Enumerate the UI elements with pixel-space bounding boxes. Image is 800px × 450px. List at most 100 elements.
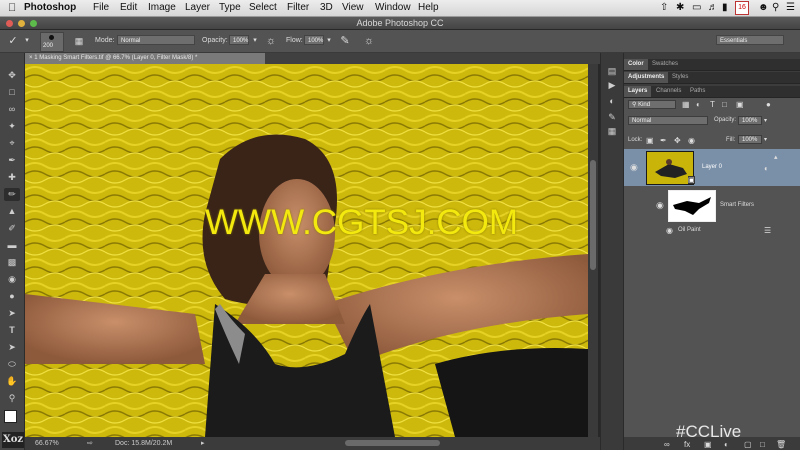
- upload-icon[interactable]: ⇧: [660, 2, 668, 13]
- calendar-icon[interactable]: 16: [735, 1, 749, 15]
- fill-input[interactable]: 100%: [738, 135, 762, 144]
- marquee-tool-icon[interactable]: □: [4, 86, 20, 99]
- zoom-tool-icon[interactable]: ⚲: [4, 392, 20, 405]
- new-group-icon[interactable]: ▢: [744, 440, 752, 449]
- opacity-input[interactable]: 100%: [229, 35, 249, 45]
- eraser-tool-icon[interactable]: ▬: [4, 239, 20, 252]
- menu-layer[interactable]: Layer: [185, 2, 210, 13]
- menu-edit[interactable]: Edit: [120, 2, 137, 13]
- brush-presets-icon[interactable]: ✎: [605, 111, 619, 123]
- workspace-dropdown[interactable]: Essentials: [716, 35, 784, 45]
- brush-tool-preset-icon[interactable]: ✓: [6, 34, 20, 48]
- brush-tool-icon[interactable]: ✏: [4, 188, 20, 201]
- search-icon[interactable]: ⚲: [772, 2, 779, 13]
- hand-tool-icon[interactable]: ✋: [4, 375, 20, 388]
- history-brush-tool-icon[interactable]: ✐: [4, 222, 20, 235]
- oil-paint-eye-icon[interactable]: ◉: [666, 226, 673, 235]
- link-layers-icon[interactable]: ∞: [664, 440, 670, 449]
- lock-position-icon[interactable]: ✥: [674, 136, 681, 145]
- tab-channels[interactable]: Channels: [652, 86, 685, 97]
- menu-filter[interactable]: Filter: [287, 2, 309, 13]
- collapse-arrow-icon[interactable]: ▴: [774, 153, 778, 161]
- properties-panel-icon[interactable]: ▦: [605, 125, 619, 137]
- dodge-tool-icon[interactable]: ●: [4, 290, 20, 303]
- pixel-filter-icon[interactable]: ▦: [682, 100, 690, 109]
- delete-layer-icon[interactable]: 🗑: [776, 440, 786, 449]
- battery-icon[interactable]: ▮: [722, 2, 728, 13]
- gradient-tool-icon[interactable]: ▩: [4, 256, 20, 269]
- zoom-window-button[interactable]: [30, 20, 37, 27]
- new-layer-icon[interactable]: □: [760, 440, 765, 449]
- list-icon[interactable]: ☰: [786, 2, 795, 13]
- tab-styles[interactable]: Styles: [668, 72, 692, 83]
- type-filter-icon[interactable]: T: [710, 100, 715, 109]
- healing-brush-tool-icon[interactable]: ✚: [4, 171, 20, 184]
- eyedropper-tool-icon[interactable]: ✒: [4, 154, 20, 167]
- flow-arrow-icon[interactable]: ▾: [322, 34, 336, 48]
- smart-filters-row[interactable]: ◉ Smart Filters: [624, 186, 800, 224]
- menu-app-name[interactable]: Photoshop: [24, 2, 76, 13]
- menu-file[interactable]: File: [93, 2, 109, 13]
- tab-paths[interactable]: Paths: [686, 86, 709, 97]
- document-canvas[interactable]: [25, 64, 588, 437]
- minimize-window-button[interactable]: [18, 20, 25, 27]
- brush-size-picker[interactable]: 200: [40, 32, 64, 52]
- pressure-opacity-icon[interactable]: ☼: [264, 34, 278, 48]
- clone-stamp-tool-icon[interactable]: ▲: [4, 205, 20, 218]
- opacity-arrow-icon[interactable]: ▾: [764, 117, 767, 124]
- menu-select[interactable]: Select: [249, 2, 277, 13]
- display-icon[interactable]: ▭: [692, 2, 701, 13]
- lock-transparent-icon[interactable]: ▣: [646, 136, 654, 145]
- apple-icon[interactable]: : [8, 2, 16, 14]
- foreground-color-swatch[interactable]: [4, 410, 17, 423]
- bluetooth-icon[interactable]: ✱: [676, 2, 684, 13]
- menu-3d[interactable]: 3D: [320, 2, 333, 13]
- filter-mask-thumbnail[interactable]: [668, 190, 716, 222]
- lasso-tool-icon[interactable]: ∞: [4, 103, 20, 116]
- mode-dropdown[interactable]: Normal: [117, 35, 195, 45]
- shape-tool-icon[interactable]: ⬭: [4, 358, 20, 371]
- blend-mode-dropdown[interactable]: Normal: [628, 116, 708, 125]
- info-panel-icon[interactable]: ◐: [605, 95, 619, 107]
- quick-select-tool-icon[interactable]: ✦: [4, 120, 20, 133]
- document-tab[interactable]: × 1 Masking Smart Filters.tif @ 66.7% (L…: [25, 53, 265, 64]
- actions-panel-icon[interactable]: ▶: [605, 79, 619, 91]
- close-window-button[interactable]: [6, 20, 13, 27]
- brush-panel-toggle-icon[interactable]: ▦: [72, 34, 86, 48]
- smart-filters-eye-icon[interactable]: ◉: [656, 200, 664, 211]
- menu-image[interactable]: Image: [148, 2, 176, 13]
- move-tool-icon[interactable]: ✥: [4, 69, 20, 82]
- user-icon[interactable]: ☻: [758, 2, 769, 13]
- path-selection-tool-icon[interactable]: ➤: [4, 341, 20, 354]
- filter-name[interactable]: Oil Paint: [678, 227, 701, 233]
- type-tool-icon[interactable]: T: [4, 324, 20, 337]
- airbrush-icon[interactable]: ✎: [338, 34, 352, 48]
- menu-help[interactable]: Help: [418, 2, 439, 13]
- blending-options-icon[interactable]: ☰: [764, 226, 771, 235]
- flow-input[interactable]: 100%: [304, 35, 324, 45]
- layer-opacity-input[interactable]: 100%: [738, 116, 762, 125]
- tab-swatches[interactable]: Swatches: [648, 59, 682, 70]
- menu-type[interactable]: Type: [219, 2, 241, 13]
- volume-icon[interactable]: ♬: [708, 2, 718, 13]
- adjustment-filter-icon[interactable]: ◐: [696, 100, 701, 109]
- pen-tool-icon[interactable]: ➤: [4, 307, 20, 320]
- zoom-level[interactable]: 66.67%: [35, 437, 59, 450]
- crop-tool-icon[interactable]: ⌖: [4, 137, 20, 150]
- oil-paint-filter-row[interactable]: ◉ Oil Paint ☰: [624, 224, 800, 237]
- vertical-scroll-thumb[interactable]: [590, 160, 596, 270]
- fill-arrow-icon[interactable]: ▾: [764, 136, 767, 143]
- document-tab-close-icon[interactable]: ×: [29, 55, 33, 61]
- tab-color[interactable]: Color: [624, 59, 648, 70]
- menu-view[interactable]: View: [342, 2, 364, 13]
- layer-name[interactable]: Layer 0: [702, 164, 722, 170]
- visibility-eye-icon[interactable]: ◉: [630, 162, 638, 173]
- pressure-size-icon[interactable]: ☼: [362, 34, 376, 48]
- status-share-icon[interactable]: ⇨: [87, 437, 93, 450]
- lock-pixels-icon[interactable]: ✒: [660, 136, 667, 145]
- menu-window[interactable]: Window: [375, 2, 411, 13]
- history-panel-icon[interactable]: ▤: [605, 65, 619, 77]
- tab-adjustments[interactable]: Adjustments: [624, 72, 669, 83]
- horizontal-scroll-thumb[interactable]: [345, 440, 440, 446]
- smart-object-filter-icon[interactable]: ▣: [736, 100, 744, 109]
